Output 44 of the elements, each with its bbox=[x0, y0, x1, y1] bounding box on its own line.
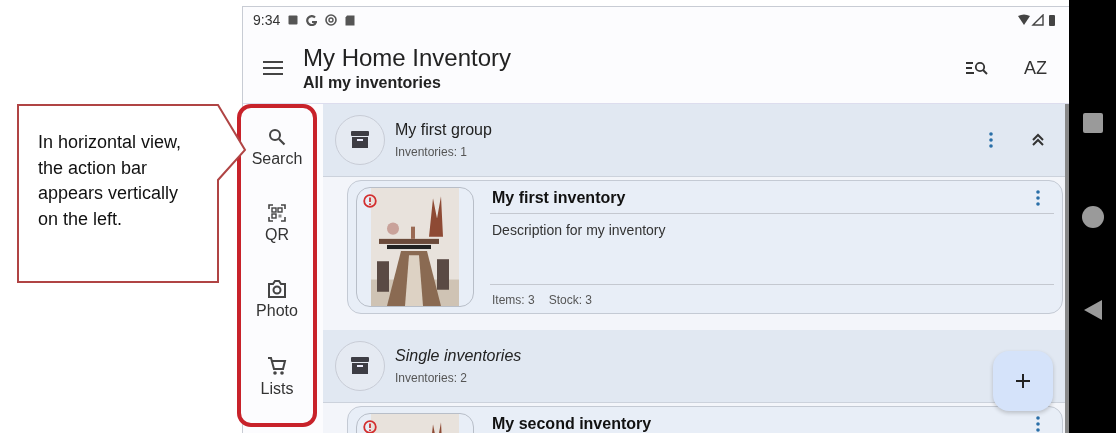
plus-icon bbox=[1015, 373, 1031, 389]
cart-icon bbox=[267, 356, 287, 376]
inventory-description: Description for my inventory bbox=[490, 214, 1054, 285]
status-time: 9:34 bbox=[253, 12, 281, 28]
warning-icon bbox=[363, 420, 377, 433]
camera-icon bbox=[267, 280, 287, 298]
more-icon[interactable] bbox=[989, 132, 993, 148]
inventory-card[interactable]: My second inventory bbox=[347, 406, 1063, 433]
items-count: Items: 3 bbox=[492, 293, 535, 307]
rail-button[interactable]: Search bbox=[251, 128, 303, 168]
home-icon[interactable] bbox=[1082, 205, 1104, 228]
more-icon[interactable] bbox=[1036, 416, 1040, 432]
search-icon bbox=[268, 128, 286, 146]
filter-search-icon[interactable] bbox=[966, 61, 988, 75]
group-count: Inventories: 2 bbox=[395, 371, 469, 385]
callout-text: In horizontal view, the action bar appears vertically on the left. bbox=[38, 131, 183, 231]
stock-count: Stock: 3 bbox=[548, 293, 593, 307]
warning-icon bbox=[363, 194, 377, 208]
more-icon[interactable] bbox=[1036, 190, 1040, 206]
target-icon bbox=[325, 14, 338, 26]
app-subtitle: All my inventories bbox=[303, 74, 442, 92]
collapse-icon[interactable] bbox=[1031, 133, 1045, 147]
group-title: Single inventories bbox=[395, 347, 522, 365]
group-count: Inventories: 1 bbox=[395, 145, 469, 159]
archive-icon bbox=[350, 356, 370, 376]
group-title: My first group bbox=[395, 121, 492, 139]
inventory-card[interactable]: My first inventory Description for my inventory Items: 3 Stock: 3 bbox=[347, 180, 1063, 314]
app-title: My Home Inventory bbox=[303, 44, 513, 72]
inventory-title: My first inventory bbox=[492, 189, 626, 207]
menu-icon[interactable] bbox=[263, 61, 283, 75]
overview-icon[interactable] bbox=[1083, 112, 1103, 133]
archive-icon bbox=[350, 130, 370, 150]
group-header[interactable]: Single inventories Inventories: 2 bbox=[323, 330, 1065, 403]
notification-icon bbox=[288, 15, 299, 25]
rail-button[interactable]: QR bbox=[265, 204, 289, 244]
rail-button[interactable]: Lists bbox=[260, 356, 294, 398]
g-icon bbox=[306, 14, 318, 26]
group-header[interactable]: My first group Inventories: 1 bbox=[323, 104, 1065, 177]
sd-card-icon bbox=[345, 14, 356, 26]
back-icon[interactable] bbox=[1084, 300, 1102, 321]
qr-code-icon bbox=[268, 204, 286, 222]
inventory-title: My second inventory bbox=[492, 415, 652, 433]
sort-button[interactable]: AZ bbox=[1022, 55, 1049, 81]
rail-button[interactable]: Photo bbox=[256, 280, 298, 320]
